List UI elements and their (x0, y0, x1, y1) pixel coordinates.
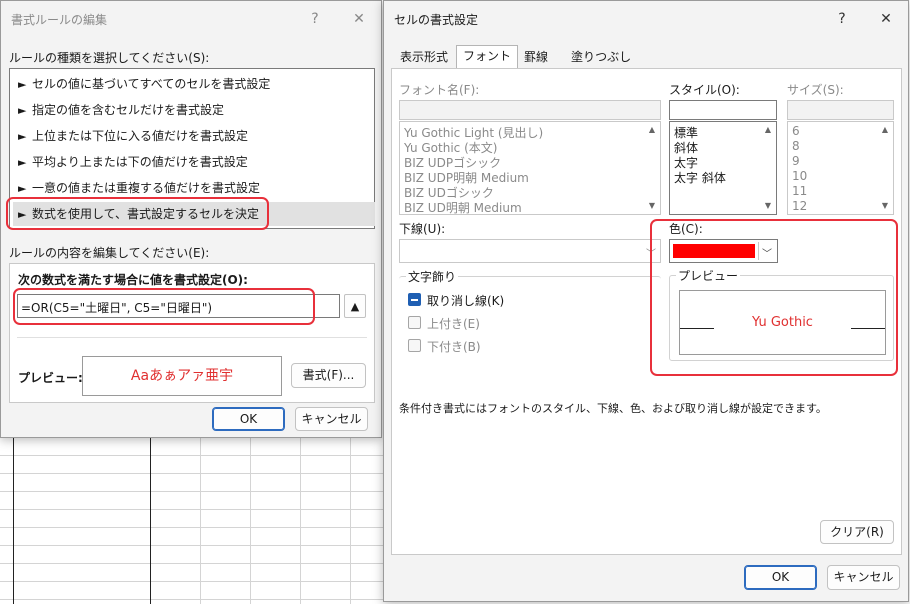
spreadsheet-background (0, 438, 385, 604)
rule-type-item[interactable]: ► 上位または下位に入る値だけを書式設定 (18, 124, 368, 148)
superscript-label: 上付き(E) (427, 317, 480, 331)
size-item[interactable]: 8 (792, 139, 800, 153)
format-dialog-title: セルの書式設定 (394, 13, 479, 27)
rule-dialog-titlebar: 書式ルールの編集 ? ✕ (1, 1, 381, 35)
preview-text: Aaあぁアァ亜宇 (130, 368, 234, 384)
size-item[interactable]: 9 (792, 154, 800, 168)
effects-label: 文字飾り (406, 268, 459, 285)
size-item[interactable]: 12 (792, 199, 807, 213)
rule-edit-dialog: 書式ルールの編集 ? ✕ ルールの種類を選択してください(S): ► セルの値に基… (0, 0, 382, 438)
help-icon[interactable]: ? (303, 8, 327, 30)
rule-type-item[interactable]: ► 平均より上または下の値だけを書式設定 (18, 150, 368, 174)
scroll-up-icon[interactable]: ▲ (761, 123, 775, 137)
rule-type-text: 平均より上または下の値だけを書式設定 (32, 155, 248, 169)
rule-edit-panel: 次の数式を満たす場合に値を書式設定(O): =OR(C5="土曜日", C5="… (9, 263, 375, 403)
scroll-down-icon[interactable]: ▼ (645, 199, 659, 213)
info-text: 条件付き書式にはフォントのスタイル、下線、色、および取り消し線が設定できます。 (399, 402, 827, 415)
rule-type-text: セルの値に基づいてすべてのセルを書式設定 (32, 77, 271, 91)
size-list[interactable]: 6 8 9 10 11 12 ▲ ▼ (787, 121, 894, 215)
arrow-icon: ► (18, 104, 27, 117)
rule-type-item[interactable]: ► セルの値に基づいてすべてのセルを書式設定 (18, 72, 368, 96)
rule-type-label: ルールの種類を選択してください(S): (9, 51, 210, 65)
scroll-down-icon[interactable]: ▼ (878, 199, 892, 213)
style-input[interactable] (669, 100, 777, 120)
scroll-down-icon[interactable]: ▼ (761, 199, 775, 213)
formula-label: 次の数式を満たす場合に値を書式設定(O): (18, 273, 248, 287)
help-icon[interactable]: ? (830, 8, 854, 30)
tab-border[interactable]: 罫線 (518, 47, 554, 69)
selected-rule-highlight (6, 197, 269, 230)
ok-button[interactable]: OK (212, 407, 285, 431)
style-item[interactable]: 太字 斜体 (674, 169, 726, 186)
font-name-label: フォント名(F): (399, 83, 480, 97)
arrow-icon: ► (18, 78, 27, 91)
clear-button[interactable]: クリア(R) (820, 520, 894, 544)
size-item[interactable]: 11 (792, 184, 807, 198)
format-cells-dialog: セルの書式設定 ? ✕ 表示形式 フォント 罫線 塗りつぶし フォント名(F):… (383, 0, 909, 602)
font-name-item[interactable]: BIZ UD明朝 Medium (404, 199, 522, 216)
format-button[interactable]: 書式(F)... (291, 363, 366, 388)
cancel-button[interactable]: キャンセル (295, 407, 368, 431)
superscript-checkbox[interactable] (408, 316, 421, 329)
strikethrough-checkbox[interactable] (408, 293, 421, 306)
rule-type-text: 一意の値または重複する値だけを書式設定 (32, 181, 261, 195)
preview-label: プレビュー: (18, 371, 83, 385)
style-label: スタイル(O): (669, 83, 740, 97)
font-name-input (399, 100, 661, 120)
close-icon[interactable]: ✕ (347, 8, 371, 30)
style-list[interactable]: 標準 斜体 太字 太字 斜体 ▲ ▼ (669, 121, 777, 215)
subscript-checkbox[interactable] (408, 339, 421, 352)
arrow-up-icon: ▲ (350, 300, 360, 313)
size-label: サイズ(S): (787, 83, 844, 97)
tab-font[interactable]: フォント (456, 45, 519, 69)
font-name-list[interactable]: Yu Gothic Light (見出し) Yu Gothic (本文) BIZ… (399, 121, 661, 215)
formula-highlight (13, 288, 315, 325)
underline-label: 下線(U): (399, 222, 446, 236)
underline-select[interactable]: ﹀ (399, 239, 661, 263)
strikethrough-label: 取り消し線(K) (427, 294, 505, 308)
edit-rule-label: ルールの内容を編集してください(E): (9, 246, 210, 260)
arrow-icon: ► (18, 156, 27, 169)
rule-type-item[interactable]: ► 指定の値を含むセルだけを書式設定 (18, 98, 368, 122)
arrow-icon: ► (18, 130, 27, 143)
divider (17, 337, 367, 338)
size-item[interactable]: 10 (792, 169, 807, 183)
format-preview-box: Aaあぁアァ亜宇 (82, 356, 282, 396)
collapse-dialog-button[interactable]: ▲ (344, 294, 366, 318)
size-input (787, 100, 894, 120)
rule-dialog-title: 書式ルールの編集 (11, 13, 108, 27)
ok-button[interactable]: OK (744, 565, 817, 590)
size-item[interactable]: 6 (792, 124, 800, 138)
subscript-label: 下付き(B) (427, 340, 481, 354)
color-preview-highlight (650, 219, 898, 376)
close-icon[interactable]: ✕ (874, 8, 898, 30)
format-dialog-titlebar: セルの書式設定 ? ✕ (384, 1, 908, 35)
tab-number-format[interactable]: 表示形式 (394, 47, 454, 69)
tab-fill[interactable]: 塗りつぶし (565, 47, 637, 69)
rule-type-text: 指定の値を含むセルだけを書式設定 (32, 103, 225, 117)
cancel-button[interactable]: キャンセル (827, 565, 900, 590)
rule-type-text: 上位または下位に入る値だけを書式設定 (32, 129, 249, 143)
scroll-up-icon[interactable]: ▲ (645, 123, 659, 137)
scroll-up-icon[interactable]: ▲ (878, 123, 892, 137)
